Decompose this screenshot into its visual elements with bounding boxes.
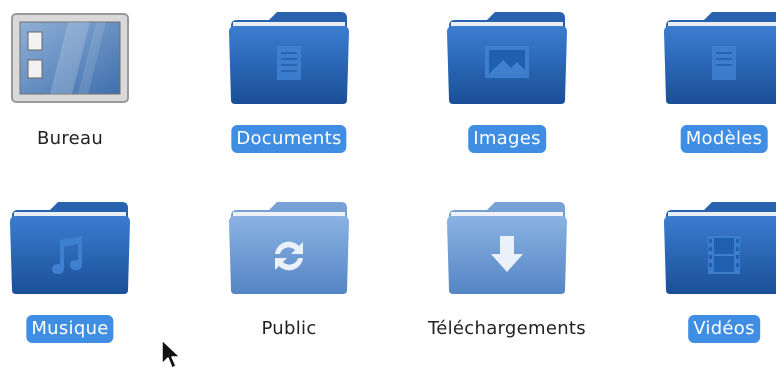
mouse-pointer-icon [161, 339, 181, 369]
desktop-item-label: Bureau [36, 128, 104, 149]
folder-item-label: Public [261, 318, 317, 339]
folder-item-label: Téléchargements [428, 318, 586, 339]
folder-documents-icon [229, 12, 349, 104]
desktop-item-bureau[interactable]: Bureau [0, 12, 170, 182]
desktop-icon [11, 13, 129, 103]
folder-item-label: Documents [231, 125, 347, 153]
folder-music-icon [10, 202, 130, 294]
folder-item-videos[interactable]: Vidéos [624, 198, 776, 368]
folder-templates-icon [664, 12, 776, 104]
folder-item-label: Vidéos [688, 315, 760, 343]
file-manager-icon-view: Bureau Documents Images Modèles Musique … [0, 0, 776, 369]
folder-item-public[interactable]: Public [189, 198, 389, 368]
folder-download-icon [447, 202, 567, 294]
folder-pictures-icon [447, 12, 567, 104]
folder-item-documents[interactable]: Documents [189, 8, 389, 178]
folder-item-label: Modèles [680, 125, 768, 153]
folder-item-images[interactable]: Images [407, 8, 607, 178]
folder-item-musique[interactable]: Musique [0, 198, 170, 368]
folder-publicshare-icon [229, 202, 349, 294]
folder-item-label: Images [468, 125, 546, 153]
folder-item-modeles[interactable]: Modèles [624, 8, 776, 178]
folder-videos-icon [664, 202, 776, 294]
folder-item-telechargements[interactable]: Téléchargements [407, 198, 607, 368]
folder-item-label: Musique [26, 315, 114, 343]
